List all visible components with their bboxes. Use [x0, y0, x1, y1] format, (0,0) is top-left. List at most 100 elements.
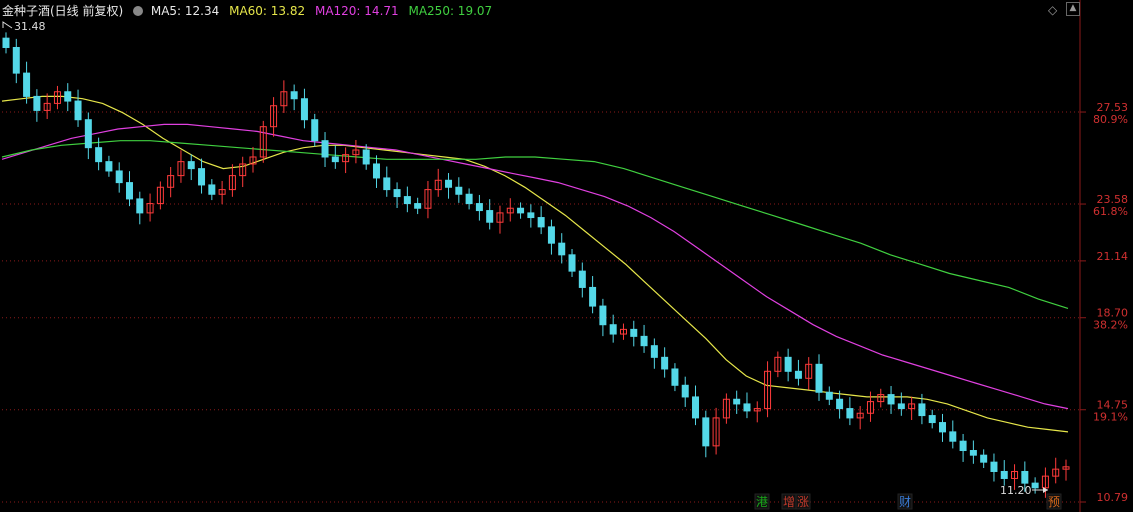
candle[interactable]: [115, 162, 123, 193]
candle[interactable]: [424, 180, 432, 219]
candle[interactable]: [589, 276, 597, 314]
candle[interactable]: [74, 89, 82, 127]
candle[interactable]: [198, 158, 206, 194]
candle[interactable]: [2, 32, 10, 54]
candle[interactable]: [599, 298, 607, 337]
candle[interactable]: [537, 206, 545, 235]
candle[interactable]: [1062, 459, 1070, 481]
candle[interactable]: [455, 177, 463, 203]
candle[interactable]: [671, 363, 679, 392]
candle[interactable]: [372, 155, 380, 188]
candle[interactable]: [239, 156, 247, 188]
candle[interactable]: [702, 410, 710, 458]
candle[interactable]: [959, 433, 967, 462]
candle[interactable]: [568, 249, 576, 277]
candle[interactable]: [609, 314, 617, 343]
candle[interactable]: [949, 420, 957, 449]
candle[interactable]: [167, 166, 175, 198]
candle[interactable]: [33, 89, 41, 122]
candle[interactable]: [722, 393, 730, 424]
candle[interactable]: [1041, 467, 1049, 498]
candlesticks[interactable]: [2, 32, 1070, 498]
candle[interactable]: [774, 351, 782, 378]
candle[interactable]: [836, 390, 844, 419]
diamond-icon[interactable]: ◇: [1048, 3, 1057, 17]
candle[interactable]: [517, 202, 525, 219]
candle[interactable]: [290, 84, 298, 111]
candle[interactable]: [496, 205, 504, 234]
candle[interactable]: [177, 150, 185, 183]
candle[interactable]: [877, 388, 885, 408]
candle[interactable]: [43, 93, 51, 120]
candle[interactable]: [146, 193, 154, 222]
candle[interactable]: [414, 197, 422, 215]
candle[interactable]: [53, 85, 61, 110]
candle[interactable]: [270, 97, 278, 137]
candle[interactable]: [1000, 460, 1008, 486]
candle[interactable]: [794, 359, 802, 386]
candle[interactable]: [105, 155, 113, 177]
candle[interactable]: [908, 396, 916, 420]
candle[interactable]: [743, 392, 751, 419]
candle[interactable]: [681, 376, 689, 407]
candle[interactable]: [578, 262, 586, 298]
candle[interactable]: [249, 146, 257, 173]
event-marker[interactable]: 预: [1046, 493, 1062, 510]
candle[interactable]: [136, 191, 144, 225]
candle[interactable]: [692, 385, 700, 426]
event-marker[interactable]: 财: [897, 493, 913, 510]
candle[interactable]: [619, 323, 627, 340]
candle[interactable]: [187, 154, 195, 181]
candle[interactable]: [866, 391, 874, 422]
candle[interactable]: [887, 385, 895, 414]
candle[interactable]: [300, 88, 308, 129]
candle[interactable]: [280, 80, 288, 113]
candle[interactable]: [1052, 457, 1060, 484]
candle[interactable]: [342, 147, 350, 174]
candle[interactable]: [218, 180, 226, 205]
candle[interactable]: [558, 233, 566, 264]
candle[interactable]: [969, 440, 977, 464]
candle[interactable]: [465, 188, 473, 210]
candle[interactable]: [228, 164, 236, 197]
candle[interactable]: [156, 181, 164, 210]
event-marker[interactable]: 港: [754, 493, 770, 510]
candle[interactable]: [352, 139, 360, 164]
candle[interactable]: [259, 120, 267, 163]
candle[interactable]: [630, 320, 638, 347]
candle[interactable]: [1031, 477, 1039, 494]
candle[interactable]: [475, 194, 483, 221]
candle[interactable]: [64, 83, 72, 112]
candle[interactable]: [125, 171, 133, 207]
event-marker[interactable]: 涨: [795, 493, 811, 510]
candle[interactable]: [928, 409, 936, 429]
candle[interactable]: [331, 145, 339, 169]
candle[interactable]: [486, 199, 494, 230]
candle[interactable]: [208, 179, 216, 201]
candle[interactable]: [434, 168, 442, 197]
candle[interactable]: [661, 347, 669, 378]
event-marker[interactable]: 增: [781, 493, 797, 510]
candle[interactable]: [846, 397, 854, 426]
candle[interactable]: [980, 449, 988, 468]
candle[interactable]: [527, 204, 535, 228]
candle[interactable]: [403, 186, 411, 213]
candle[interactable]: [764, 361, 772, 418]
candle[interactable]: [825, 386, 833, 406]
scroll-up-icon[interactable]: ▲: [1066, 2, 1080, 16]
candle[interactable]: [650, 338, 658, 369]
candle[interactable]: [753, 401, 761, 423]
candle[interactable]: [445, 173, 453, 199]
candle[interactable]: [506, 198, 514, 222]
candle[interactable]: [939, 413, 947, 442]
candle[interactable]: [805, 357, 813, 390]
candle[interactable]: [784, 348, 792, 382]
candle[interactable]: [547, 219, 555, 255]
price-chart[interactable]: 27.5380.9%23.5861.8%21.1418.7038.2%14.75…: [0, 0, 1133, 512]
candle[interactable]: [12, 38, 20, 84]
candle[interactable]: [815, 354, 823, 401]
candle[interactable]: [733, 390, 741, 414]
candle[interactable]: [640, 324, 648, 353]
candle[interactable]: [990, 453, 998, 482]
candle[interactable]: [321, 132, 329, 167]
